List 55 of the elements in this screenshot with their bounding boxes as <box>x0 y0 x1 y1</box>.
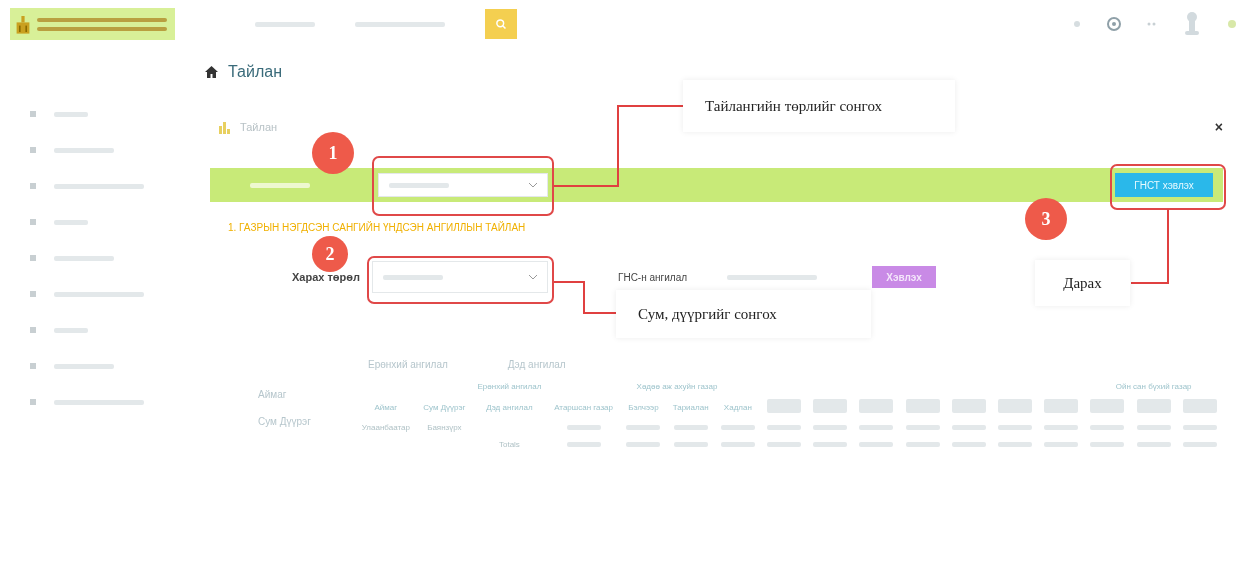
group-header: Ойн сан бүхий газар <box>1114 381 1193 393</box>
view-type-label: Харах төрөл <box>291 271 361 283</box>
table-cell-text: Баянзүрх <box>426 422 463 434</box>
blurred-header <box>1182 399 1217 413</box>
close-button[interactable]: × <box>1214 119 1223 135</box>
view-type-select[interactable] <box>372 261 548 293</box>
class-label: ГНС-н ангилал <box>618 271 688 283</box>
column-header: Бэлчээр <box>627 401 660 414</box>
column-field-header: Дэд ангилал <box>485 401 534 414</box>
column-header: Атаршсан газар <box>553 401 614 414</box>
blurred-header <box>813 399 848 413</box>
search-button[interactable] <box>485 9 517 39</box>
blurred-header <box>951 399 986 413</box>
building-logo-icon <box>15 13 31 35</box>
chart-icon <box>218 120 230 134</box>
blurred-header <box>859 399 894 413</box>
column-header: Хадлан <box>722 401 753 414</box>
user-icon[interactable] <box>1183 11 1201 37</box>
print-button[interactable]: Хэвлэх <box>872 266 937 288</box>
callout: Сум, дүүргийг сонгох <box>616 290 871 338</box>
report-type-select[interactable] <box>378 173 548 197</box>
search-icon <box>495 18 507 30</box>
blurred-header <box>905 399 940 413</box>
pivot-field[interactable]: Ерөнхий ангилал <box>368 359 448 370</box>
group-header: Хөдөө аж ахуйн газар <box>635 381 719 393</box>
step-number: 3 <box>1025 198 1067 240</box>
row-header: Сум Дүүрэг <box>422 401 467 414</box>
step-number: 1 <box>312 132 354 174</box>
callout: Тайлангийн төрлийг сонгох <box>683 80 955 132</box>
dots-icon[interactable] <box>1147 21 1157 27</box>
pivot-field[interactable]: Дэд ангилал <box>507 359 566 370</box>
chevron-icon <box>529 274 537 280</box>
report-title: 1. ГАЗРЫН НЭГДСЭН САНГИЙН ҮНДСЭН АНГИЛЛЫН ТАЙЛАН <box>227 222 527 233</box>
totals-label: Totals <box>497 439 521 451</box>
dot-icon[interactable] <box>1073 20 1081 28</box>
blurred-header <box>767 399 802 413</box>
step-number: 2 <box>312 236 348 272</box>
column-header: Тариалан <box>671 401 710 414</box>
blurred-header <box>1044 399 1079 413</box>
page-title: Тайлан <box>228 63 282 81</box>
table-cell-text: Улаанбаатар <box>360 422 411 434</box>
print-button[interactable]: ГНСТ хэвлэх <box>1115 173 1213 197</box>
callout: Дарах <box>1035 260 1130 306</box>
panel-title: Тайлан <box>240 121 278 133</box>
pivot-field[interactable]: Аймаг <box>258 389 355 400</box>
row-header: Аймаг <box>373 401 399 414</box>
leader-line <box>553 281 617 314</box>
blurred-header <box>998 399 1032 413</box>
help-icon[interactable] <box>1107 17 1121 31</box>
chevron-icon <box>529 182 537 188</box>
blurred-header <box>1136 399 1171 413</box>
blurred-header <box>1090 399 1125 413</box>
pivot-field[interactable]: Сум Дүүрэг <box>258 416 355 427</box>
column-field-header: Ерөнхий ангилал <box>476 381 543 393</box>
home-icon <box>205 66 218 78</box>
